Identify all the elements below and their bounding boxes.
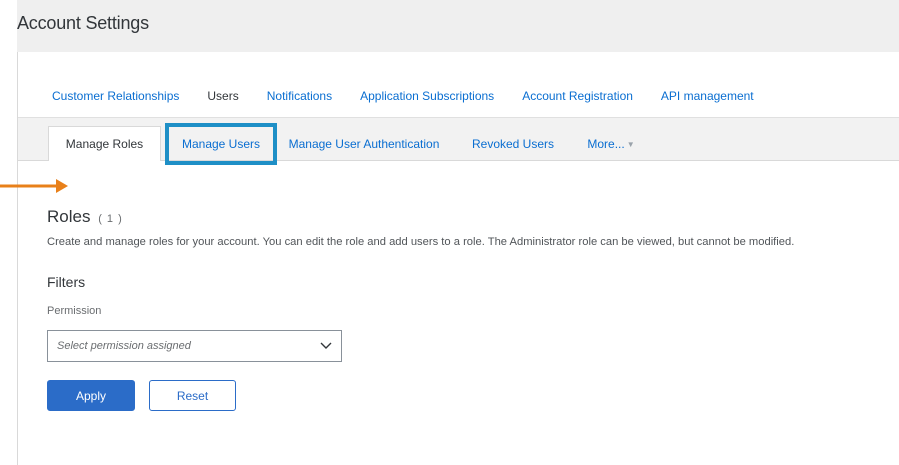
- caret-down-icon: ▼: [626, 140, 635, 149]
- subtab-more[interactable]: More... ▼: [576, 126, 646, 161]
- permission-label: Permission: [47, 305, 102, 317]
- tab-customer-relationships[interactable]: Customer Relationships: [52, 89, 179, 103]
- chevron-down-icon: [320, 342, 332, 349]
- left-divider: [17, 52, 18, 465]
- tab-application-subscriptions[interactable]: Application Subscriptions: [360, 89, 494, 103]
- permission-select-placeholder: Select permission assigned: [57, 340, 191, 352]
- tab-api-management[interactable]: API management: [661, 89, 754, 103]
- apply-button[interactable]: Apply: [47, 380, 135, 411]
- permission-select[interactable]: Select permission assigned: [47, 330, 342, 362]
- roles-count: ( 1 ): [98, 213, 123, 225]
- page-title: Account Settings: [17, 13, 149, 33]
- tab-users[interactable]: Users: [207, 89, 238, 103]
- roles-title: Roles: [47, 207, 91, 226]
- subtab-more-label: More...: [587, 136, 625, 151]
- subtab-revoked-users[interactable]: Revoked Users: [462, 126, 564, 161]
- page-header: Account Settings: [17, 0, 899, 52]
- subtab-manage-roles[interactable]: Manage Roles: [48, 126, 161, 161]
- filters-heading: Filters: [47, 274, 86, 290]
- tab-account-registration[interactable]: Account Registration: [522, 89, 633, 103]
- tab-notifications[interactable]: Notifications: [267, 89, 332, 103]
- roles-description: Create and manage roles for your account…: [47, 236, 795, 248]
- subtab-manage-user-authentication[interactable]: Manage User Authentication: [280, 126, 448, 161]
- top-tab-bar: Customer Relationships Users Notificatio…: [52, 89, 754, 103]
- arrow-right-icon: [0, 179, 68, 193]
- roles-heading: Roles ( 1 ): [47, 207, 123, 227]
- manage-users-highlight: [165, 123, 277, 165]
- reset-button[interactable]: Reset: [149, 380, 236, 411]
